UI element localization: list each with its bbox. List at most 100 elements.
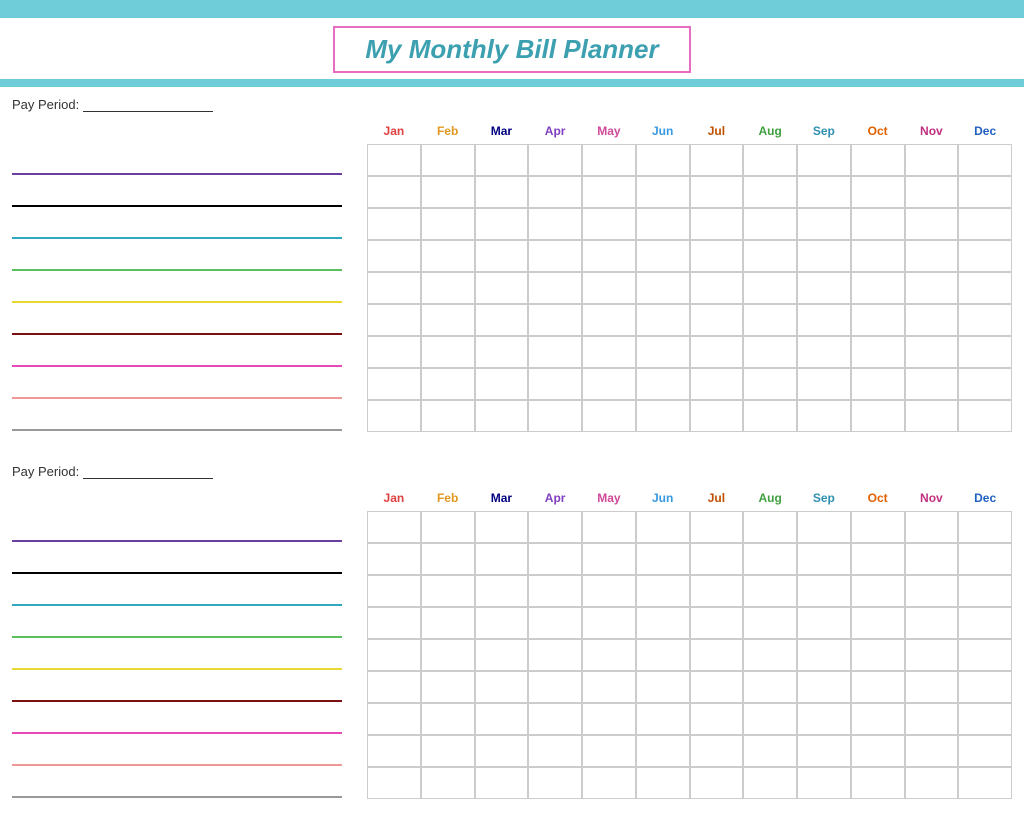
grid-cell[interactable] — [367, 208, 421, 240]
grid-cell[interactable] — [367, 671, 421, 703]
grid-cell[interactable] — [797, 671, 851, 703]
grid-cell[interactable] — [851, 639, 905, 671]
grid-cell[interactable] — [851, 336, 905, 368]
grid-cell[interactable] — [421, 368, 475, 400]
grid-cell[interactable] — [636, 240, 690, 272]
grid-cell[interactable] — [475, 176, 529, 208]
grid-cell[interactable] — [905, 336, 959, 368]
grid-cell[interactable] — [475, 511, 529, 543]
grid-cell[interactable] — [421, 144, 475, 176]
grid-cell[interactable] — [743, 703, 797, 735]
grid-cell[interactable] — [797, 639, 851, 671]
grid-cell[interactable] — [582, 767, 636, 799]
grid-cell[interactable] — [582, 511, 636, 543]
grid-cell[interactable] — [905, 368, 959, 400]
grid-cell[interactable] — [958, 735, 1012, 767]
grid-cell[interactable] — [958, 639, 1012, 671]
grid-cell[interactable] — [475, 304, 529, 336]
grid-cell[interactable] — [636, 639, 690, 671]
grid-cell[interactable] — [851, 767, 905, 799]
grid-cell[interactable] — [690, 575, 744, 607]
grid-cell[interactable] — [528, 400, 582, 432]
grid-cell[interactable] — [582, 607, 636, 639]
grid-cell[interactable] — [421, 671, 475, 703]
grid-cell[interactable] — [958, 543, 1012, 575]
grid-cell[interactable] — [797, 607, 851, 639]
grid-cell[interactable] — [582, 240, 636, 272]
grid-cell[interactable] — [636, 368, 690, 400]
grid-cell[interactable] — [475, 735, 529, 767]
grid-cell[interactable] — [743, 272, 797, 304]
grid-cell[interactable] — [905, 511, 959, 543]
grid-cell[interactable] — [528, 703, 582, 735]
grid-cell[interactable] — [797, 543, 851, 575]
grid-cell[interactable] — [743, 735, 797, 767]
grid-cell[interactable] — [743, 240, 797, 272]
grid-cell[interactable] — [421, 543, 475, 575]
grid-cell[interactable] — [958, 176, 1012, 208]
grid-cell[interactable] — [690, 272, 744, 304]
grid-cell[interactable] — [905, 400, 959, 432]
grid-cell[interactable] — [958, 304, 1012, 336]
grid-cell[interactable] — [421, 304, 475, 336]
grid-cell[interactable] — [421, 400, 475, 432]
grid-cell[interactable] — [690, 176, 744, 208]
grid-cell[interactable] — [367, 176, 421, 208]
grid-cell[interactable] — [958, 400, 1012, 432]
grid-cell[interactable] — [797, 575, 851, 607]
grid-cell[interactable] — [475, 607, 529, 639]
grid-cell[interactable] — [367, 400, 421, 432]
grid-cell[interactable] — [797, 511, 851, 543]
grid-cell[interactable] — [905, 703, 959, 735]
grid-cell[interactable] — [743, 639, 797, 671]
grid-cell[interactable] — [528, 767, 582, 799]
grid-cell[interactable] — [475, 575, 529, 607]
grid-cell[interactable] — [421, 272, 475, 304]
grid-cell[interactable] — [367, 703, 421, 735]
grid-cell[interactable] — [367, 735, 421, 767]
grid-cell[interactable] — [743, 368, 797, 400]
grid-cell[interactable] — [690, 639, 744, 671]
grid-cell[interactable] — [797, 176, 851, 208]
grid-cell[interactable] — [421, 511, 475, 543]
grid-cell[interactable] — [851, 368, 905, 400]
grid-cell[interactable] — [475, 368, 529, 400]
grid-cell[interactable] — [636, 767, 690, 799]
grid-cell[interactable] — [636, 671, 690, 703]
grid-cell[interactable] — [582, 735, 636, 767]
grid-cell[interactable] — [636, 703, 690, 735]
grid-cell[interactable] — [905, 767, 959, 799]
grid-cell[interactable] — [367, 240, 421, 272]
grid-cell[interactable] — [851, 671, 905, 703]
grid-cell[interactable] — [851, 144, 905, 176]
grid-cell[interactable] — [851, 304, 905, 336]
grid-cell[interactable] — [797, 304, 851, 336]
grid-cell[interactable] — [636, 735, 690, 767]
grid-cell[interactable] — [528, 543, 582, 575]
grid-cell[interactable] — [582, 176, 636, 208]
grid-cell[interactable] — [958, 511, 1012, 543]
grid-cell[interactable] — [421, 735, 475, 767]
grid-cell[interactable] — [690, 368, 744, 400]
grid-cell[interactable] — [743, 671, 797, 703]
grid-cell[interactable] — [958, 575, 1012, 607]
grid-cell[interactable] — [475, 272, 529, 304]
grid-cell[interactable] — [797, 703, 851, 735]
grid-cell[interactable] — [582, 639, 636, 671]
grid-cell[interactable] — [582, 575, 636, 607]
grid-cell[interactable] — [958, 336, 1012, 368]
grid-cell[interactable] — [636, 304, 690, 336]
grid-cell[interactable] — [690, 767, 744, 799]
grid-cell[interactable] — [958, 607, 1012, 639]
grid-cell[interactable] — [528, 272, 582, 304]
grid-cell[interactable] — [636, 208, 690, 240]
grid-cell[interactable] — [475, 400, 529, 432]
grid-cell[interactable] — [851, 607, 905, 639]
grid-cell[interactable] — [367, 767, 421, 799]
pay-period-input-2[interactable] — [83, 465, 213, 479]
grid-cell[interactable] — [582, 208, 636, 240]
grid-cell[interactable] — [475, 208, 529, 240]
grid-cell[interactable] — [851, 511, 905, 543]
grid-cell[interactable] — [958, 703, 1012, 735]
grid-cell[interactable] — [528, 671, 582, 703]
